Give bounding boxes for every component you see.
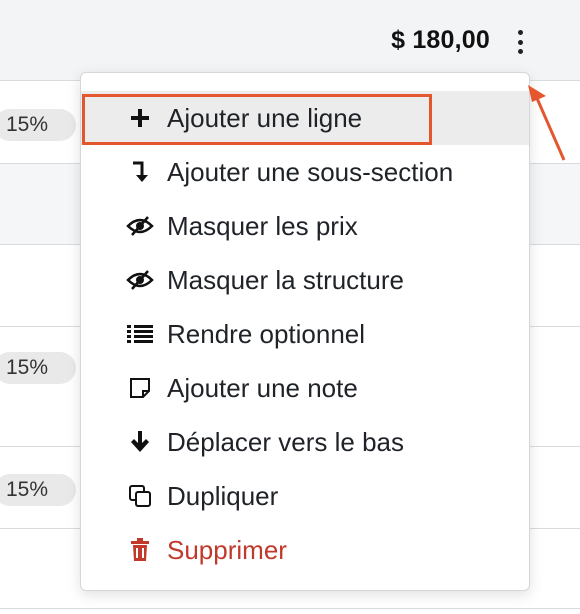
trash-icon [125, 535, 155, 565]
menu-item-label: Ajouter une ligne [167, 102, 363, 133]
menu-item-label: Dupliquer [167, 480, 279, 511]
menu-item-label: Ajouter une note [167, 372, 358, 403]
menu-item-label: Masquer la structure [167, 264, 404, 295]
list-icon [125, 319, 155, 349]
copy-icon [125, 481, 155, 511]
line-actions-menu: Ajouter une ligne Ajouter une sous-secti… [80, 72, 530, 591]
totals-header: $ 180,00 [0, 0, 580, 81]
menu-item-label: Déplacer vers le bas [167, 426, 404, 457]
menu-item-add-subsection[interactable]: Ajouter une sous-section [81, 145, 529, 199]
menu-item-label: Rendre optionnel [167, 318, 366, 349]
tax-badge[interactable]: 15% [0, 109, 76, 141]
arrow-down-right-icon [125, 157, 155, 187]
plus-icon [125, 103, 155, 133]
menu-item-add-line[interactable]: Ajouter une ligne [81, 91, 529, 145]
tax-badge[interactable]: 15% [0, 352, 76, 384]
note-icon [125, 373, 155, 403]
menu-item-hide-prices[interactable]: Masquer les prix [81, 199, 529, 253]
menu-item-duplicate[interactable]: Dupliquer [81, 469, 529, 523]
tax-badge[interactable]: 15% [0, 474, 76, 506]
eye-slash-icon [125, 265, 155, 295]
row-divider [0, 608, 580, 609]
menu-item-add-note[interactable]: Ajouter une note [81, 361, 529, 415]
menu-item-delete[interactable]: Supprimer [81, 523, 529, 577]
eye-slash-icon [125, 211, 155, 241]
pointer-arrow-icon [528, 85, 566, 161]
menu-item-label: Supprimer [167, 534, 287, 565]
menu-item-make-optional[interactable]: Rendre optionnel [81, 307, 529, 361]
menu-item-move-down[interactable]: Déplacer vers le bas [81, 415, 529, 469]
menu-item-label: Ajouter une sous-section [167, 156, 454, 187]
total-amount: $ 180,00 [391, 26, 490, 54]
more-actions-icon[interactable] [512, 30, 528, 54]
arrow-down-icon [125, 427, 155, 457]
menu-item-hide-structure[interactable]: Masquer la structure [81, 253, 529, 307]
menu-item-label: Masquer les prix [167, 210, 358, 241]
